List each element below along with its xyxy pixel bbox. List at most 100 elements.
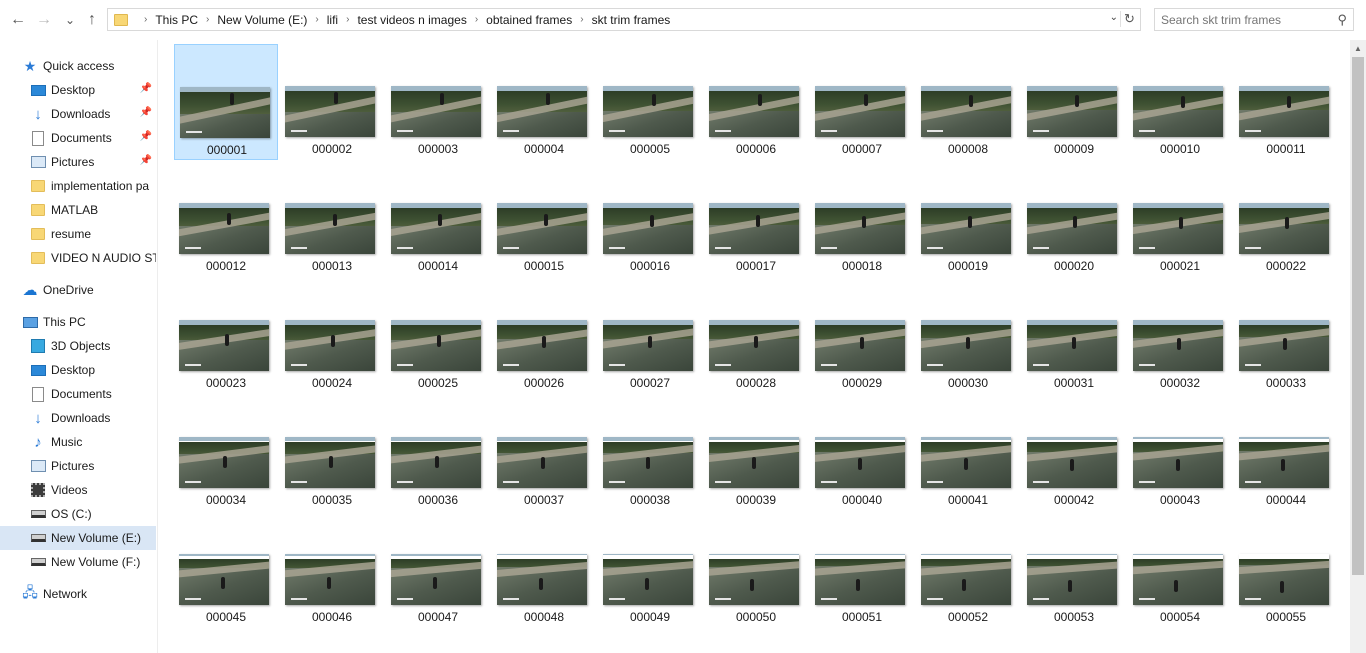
file-item[interactable]: 000020 — [1022, 161, 1126, 277]
file-item[interactable]: 000043 — [1128, 395, 1232, 511]
search-box[interactable]: ⚲ — [1154, 8, 1354, 31]
file-item[interactable]: 000007 — [810, 44, 914, 160]
sidebar-item-downloads[interactable]: ↓ Downloads — [0, 406, 156, 430]
file-item[interactable]: 000008 — [916, 44, 1020, 160]
vertical-scrollbar[interactable]: ▲ — [1350, 40, 1366, 653]
file-item[interactable]: 000026 — [492, 278, 596, 394]
breadcrumb-segment[interactable]: test videos n images — [357, 13, 466, 27]
breadcrumb-segment[interactable]: New Volume (E:) — [217, 13, 307, 27]
file-item[interactable]: 000016 — [598, 161, 702, 277]
file-item[interactable]: 000050 — [704, 512, 808, 628]
forward-button[interactable]: → — [34, 10, 54, 30]
sidebar-item-desktop[interactable]: Desktop 📌 — [0, 78, 156, 102]
sidebar-item-pictures[interactable]: Pictures 📌 — [0, 150, 156, 174]
file-item[interactable]: 000034 — [174, 395, 278, 511]
file-item[interactable]: 000035 — [280, 395, 384, 511]
sidebar-item-this-pc[interactable]: This PC — [0, 310, 156, 334]
file-item[interactable]: 000001 — [174, 44, 278, 160]
file-item[interactable]: 000051 — [810, 512, 914, 628]
sidebar-item-documents[interactable]: Documents 📌 — [0, 126, 156, 150]
address-bar[interactable]: › This PC › New Volume (E:) › lifi › test video… — [107, 8, 1141, 31]
file-item[interactable]: 000004 — [492, 44, 596, 160]
file-item[interactable]: 000029 — [810, 278, 914, 394]
file-item[interactable]: 000010 — [1128, 44, 1232, 160]
file-item[interactable]: 000002 — [280, 44, 384, 160]
file-item[interactable]: 000006 — [704, 44, 808, 160]
file-item[interactable]: 000044 — [1234, 395, 1338, 511]
breadcrumb-segment[interactable]: This PC — [155, 13, 198, 27]
file-item[interactable]: 000038 — [598, 395, 702, 511]
file-item[interactable]: 000025 — [386, 278, 490, 394]
scroll-thumb[interactable] — [1352, 57, 1364, 575]
sidebar-item-os-c[interactable]: OS (C:) — [0, 502, 156, 526]
file-item[interactable]: 000005 — [598, 44, 702, 160]
back-button[interactable]: ← — [8, 10, 28, 30]
file-item[interactable]: 000055 — [1234, 512, 1338, 628]
sidebar-item-downloads[interactable]: ↓ Downloads 📌 — [0, 102, 156, 126]
file-item[interactable]: 000017 — [704, 161, 808, 277]
file-item[interactable]: 000052 — [916, 512, 1020, 628]
file-item[interactable]: 000021 — [1128, 161, 1232, 277]
sidebar-item-music[interactable]: ♪ Music — [0, 430, 156, 454]
file-item[interactable]: 000033 — [1234, 278, 1338, 394]
sidebar-item-resume[interactable]: resume — [0, 222, 156, 246]
file-item[interactable]: 000018 — [810, 161, 914, 277]
refresh-icon[interactable]: ↻ — [1120, 11, 1136, 27]
file-item[interactable]: 000040 — [810, 395, 914, 511]
sidebar-item-new-volume-e[interactable]: New Volume (E:) — [0, 526, 156, 550]
up-button[interactable]: ↑ — [82, 10, 102, 30]
file-item[interactable]: 000023 — [174, 278, 278, 394]
file-item[interactable]: 000012 — [174, 161, 278, 277]
file-item[interactable]: 000009 — [1022, 44, 1126, 160]
file-item[interactable]: 000032 — [1128, 278, 1232, 394]
breadcrumb-separator-icon[interactable]: › — [346, 14, 349, 25]
file-item[interactable]: 000036 — [386, 395, 490, 511]
file-item[interactable]: 000041 — [916, 395, 1020, 511]
file-item[interactable]: 000046 — [280, 512, 384, 628]
file-item[interactable]: 000039 — [704, 395, 808, 511]
sidebar-item-onedrive[interactable]: ☁ OneDrive — [0, 278, 156, 302]
file-item[interactable]: 000049 — [598, 512, 702, 628]
sidebar-item-matlab[interactable]: MATLAB — [0, 198, 156, 222]
sidebar-item-implementation-pa[interactable]: implementation pa — [0, 174, 156, 198]
breadcrumb-separator-icon[interactable]: › — [475, 14, 478, 25]
sidebar-item-3d-objects[interactable]: 3D Objects — [0, 334, 156, 358]
file-item[interactable]: 000028 — [704, 278, 808, 394]
sidebar-item-videos[interactable]: Videos — [0, 478, 156, 502]
file-item[interactable]: 000019 — [916, 161, 1020, 277]
address-history-dropdown[interactable]: ⌄ — [1110, 12, 1118, 23]
file-item[interactable]: 000013 — [280, 161, 384, 277]
file-item[interactable]: 000027 — [598, 278, 702, 394]
sidebar-item-network[interactable]: 🖧 Network — [0, 582, 156, 606]
file-item[interactable]: 000047 — [386, 512, 490, 628]
sidebar-item-quick-access[interactable]: ★ Quick access — [0, 54, 156, 78]
recent-locations-button[interactable]: ⌄ — [60, 10, 80, 30]
file-item[interactable]: 000003 — [386, 44, 490, 160]
breadcrumb-segment[interactable]: skt trim frames — [592, 13, 671, 27]
breadcrumb-separator-icon[interactable]: › — [315, 14, 318, 25]
file-item[interactable]: 000048 — [492, 512, 596, 628]
file-item[interactable]: 000014 — [386, 161, 490, 277]
file-item[interactable]: 000042 — [1022, 395, 1126, 511]
sidebar-item-pictures[interactable]: Pictures — [0, 454, 156, 478]
breadcrumb-separator-icon[interactable]: › — [206, 14, 209, 25]
file-item[interactable]: 000015 — [492, 161, 596, 277]
breadcrumb-separator-icon[interactable]: › — [144, 14, 147, 25]
file-item[interactable]: 000031 — [1022, 278, 1126, 394]
sidebar-item-desktop[interactable]: Desktop — [0, 358, 156, 382]
search-input[interactable] — [1161, 12, 1329, 27]
sidebar-item-documents[interactable]: Documents — [0, 382, 156, 406]
breadcrumb-segment[interactable]: obtained frames — [486, 13, 572, 27]
breadcrumb-segment[interactable]: lifi — [327, 13, 338, 27]
file-item[interactable]: 000024 — [280, 278, 384, 394]
sidebar-item-video-n-audio-ste[interactable]: VIDEO N AUDIO STE — [0, 246, 156, 270]
file-item[interactable]: 000053 — [1022, 512, 1126, 628]
file-item[interactable]: 000045 — [174, 512, 278, 628]
sidebar-item-new-volume-f[interactable]: New Volume (F:) — [0, 550, 156, 574]
search-icon[interactable]: ⚲ — [1337, 12, 1347, 28]
scroll-up-button[interactable]: ▲ — [1350, 40, 1366, 56]
file-item[interactable]: 000022 — [1234, 161, 1338, 277]
file-item[interactable]: 000011 — [1234, 44, 1338, 160]
file-item[interactable]: 000037 — [492, 395, 596, 511]
file-item[interactable]: 000054 — [1128, 512, 1232, 628]
